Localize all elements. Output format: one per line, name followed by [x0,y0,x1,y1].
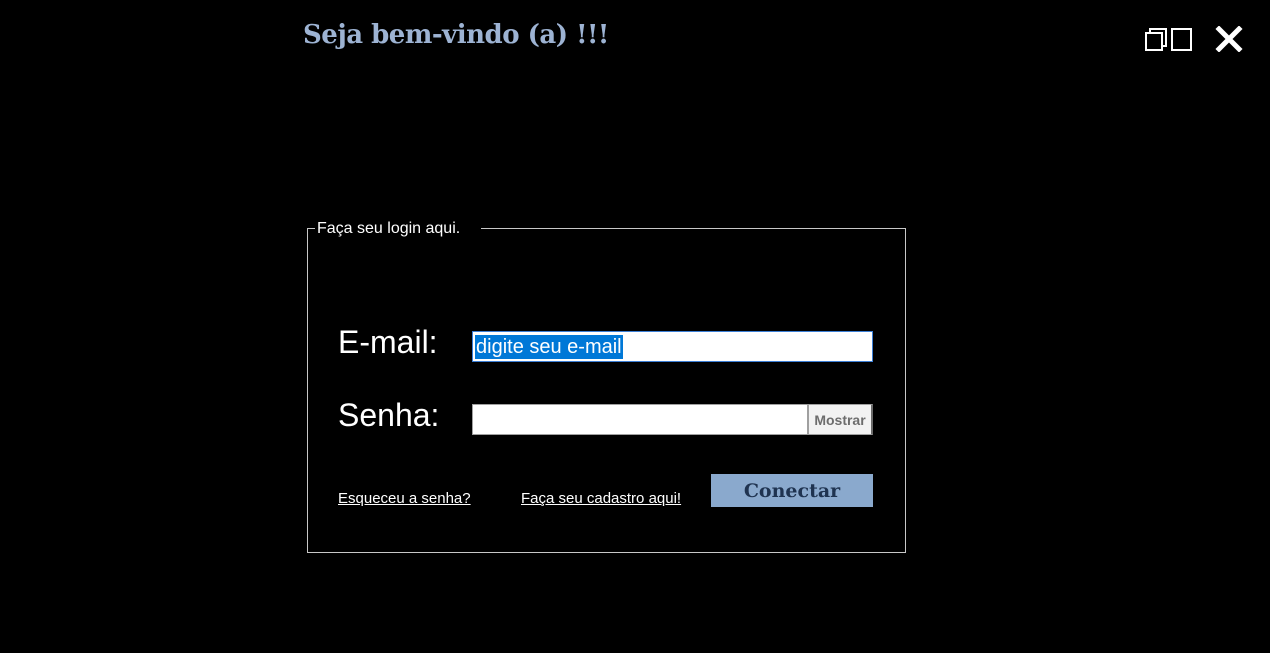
restore-window-button[interactable] [1144,26,1194,52]
email-field-value: digite seu e-mail [475,334,623,359]
login-window: Seja bem-vindo (a) !!! Faça seu login aq… [0,0,1270,653]
window-controls [1144,25,1244,54]
login-box-border-top-left [307,228,315,229]
connect-button[interactable]: Conectar [711,474,873,507]
email-label: E-mail: [338,324,438,360]
password-field[interactable] [472,404,808,435]
forgot-password-link[interactable]: Esqueceu a senha? [338,490,471,507]
welcome-title: Seja bem-vindo (a) !!! [303,20,609,50]
restore-window-icon [1145,28,1192,51]
password-label: Senha: [338,397,440,433]
email-field[interactable]: digite seu e-mail [472,331,873,362]
login-box-border-bottom [307,552,906,553]
close-window-button[interactable] [1214,25,1244,53]
show-password-button[interactable]: Mostrar [808,404,873,435]
login-box-border-left [307,228,308,553]
login-box-border-top-right [481,228,906,229]
signup-link[interactable]: Faça seu cadastro aqui! [521,490,681,507]
login-box-legend: Faça seu login aqui. [317,220,461,237]
close-x-icon [1215,25,1243,53]
login-box-border-right [905,228,906,553]
